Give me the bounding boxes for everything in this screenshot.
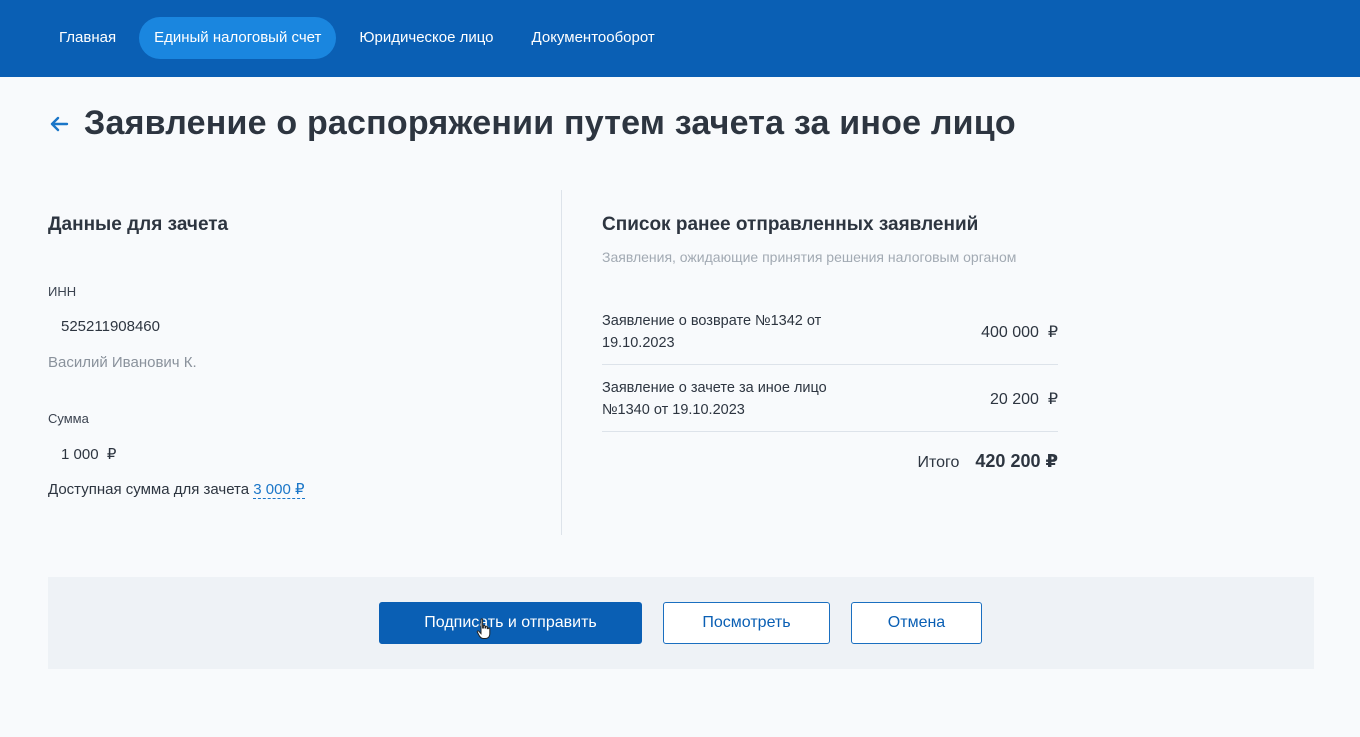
offset-data-title: Данные для зачета — [48, 214, 229, 235]
offset-data-panel: Данные для зачета ИНН 525211908460 Васил… — [48, 214, 528, 499]
nav-item-legal-entity[interactable]: Юридическое лицо — [344, 17, 508, 59]
total-value: 420 200 ₽ — [975, 451, 1058, 471]
page-title: Заявление о распоряжении путем зачета за… — [84, 104, 1016, 142]
available-amount-text: Доступная сумма для зачета — [48, 481, 250, 498]
main-nav: Главная Единый налоговый счет Юридическо… — [44, 17, 678, 59]
cancel-button[interactable]: Отмена — [851, 602, 982, 644]
page-header: Заявление о распоряжении путем зачета за… — [48, 104, 1016, 143]
inn-label: ИНН — [48, 284, 77, 299]
column-divider — [561, 190, 562, 535]
application-name: Заявление о зачете за иное лицо №1340 от… — [602, 380, 827, 418]
person-name: Василий Иванович К. — [48, 354, 197, 371]
nav-item-home[interactable]: Главная — [44, 17, 131, 59]
application-amount: 400 000 ₽ — [981, 324, 1058, 341]
previous-applications-subtitle: Заявления, ожидающие принятия решения на… — [602, 249, 1017, 265]
application-row: Заявление о возврате №1342 от 19.10.2023… — [602, 308, 1058, 365]
arrow-left-icon[interactable] — [48, 113, 70, 135]
nav-item-document-flow[interactable]: Документооборот — [517, 17, 670, 59]
previous-applications-title: Список ранее отправленных заявлений — [602, 214, 979, 235]
sum-value: 1 000 ₽ — [61, 446, 117, 463]
previous-applications-panel: Список ранее отправленных заявлений Заяв… — [602, 214, 1058, 471]
action-bar: Подписать и отправить Посмотреть Отмена — [48, 577, 1314, 669]
sign-and-send-button[interactable]: Подписать и отправить — [379, 602, 642, 644]
application-row: Заявление о зачете за иное лицо №1340 от… — [602, 365, 1058, 432]
top-navigation-bar: Главная Единый налоговый счет Юридическо… — [0, 0, 1360, 77]
total-label: Итого — [917, 454, 960, 471]
application-amount: 20 200 ₽ — [989, 391, 1058, 408]
view-button[interactable]: Посмотреть — [663, 602, 830, 644]
total-row: Итого 420 200 ₽ — [917, 451, 1058, 472]
available-amount-row: Доступная сумма для зачета 3 000 ₽ — [48, 480, 305, 499]
sum-label: Сумма — [48, 411, 89, 426]
application-name: Заявление о возврате №1342 от 19.10.2023 — [602, 313, 822, 351]
inn-value: 525211908460 — [61, 318, 160, 335]
nav-item-unified-tax-account[interactable]: Единый налоговый счет — [139, 17, 337, 59]
available-amount-link[interactable]: 3 000 ₽ — [253, 481, 305, 499]
